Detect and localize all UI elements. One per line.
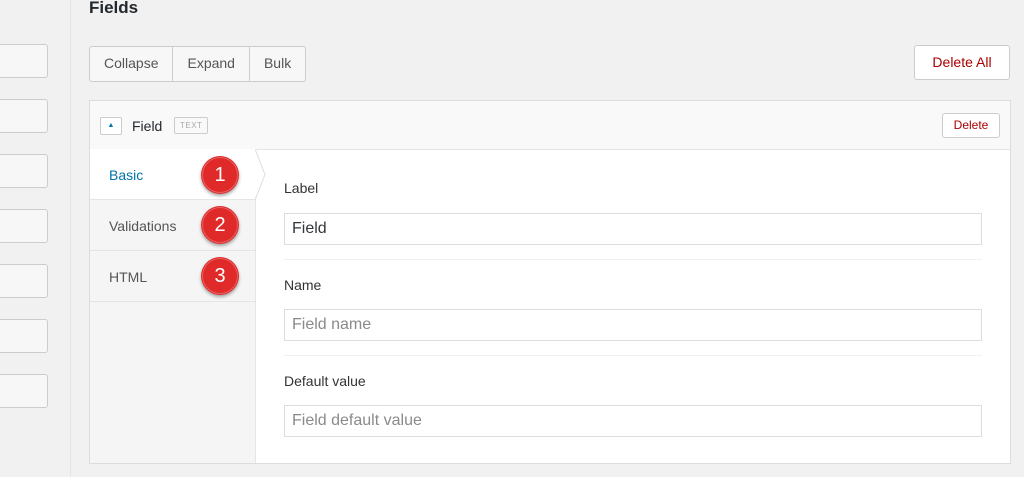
tab-label: HTML: [109, 269, 148, 285]
side-button[interactable]: [0, 154, 48, 188]
page-title: Fields: [89, 0, 139, 17]
side-button[interactable]: [0, 44, 48, 78]
collapse-button[interactable]: Collapse: [90, 47, 174, 81]
field-type-badge: TEXT: [174, 117, 209, 134]
tab-label: Validations: [109, 218, 177, 234]
side-button[interactable]: [0, 99, 48, 133]
toolbar-button-group: Collapse Expand Bulk: [89, 46, 307, 82]
delete-all-button[interactable]: Delete All: [914, 45, 1010, 80]
form-divider: [284, 355, 982, 356]
bulk-button[interactable]: Bulk: [250, 47, 305, 81]
field-title: Field: [132, 118, 163, 134]
default-value-input[interactable]: [284, 405, 982, 437]
side-button[interactable]: [0, 374, 48, 408]
side-button[interactable]: [0, 209, 48, 243]
annotation-badge-1: 1: [201, 156, 239, 194]
annotation-badge-3: 3: [201, 257, 239, 295]
name-field-label: Name: [284, 277, 322, 293]
field-tabs: Basic Validations HTML: [90, 149, 256, 463]
collapse-toggle-icon[interactable]: ▲: [100, 117, 122, 135]
name-input[interactable]: [284, 309, 982, 341]
default-value-field-label: Default value: [284, 373, 366, 389]
form-divider: [284, 259, 982, 260]
field-panel-header: ▲ Field TEXT Delete: [90, 101, 1010, 150]
tab-label: Basic: [109, 167, 144, 183]
active-tab-arrow-icon: [255, 149, 266, 200]
field-panel: ▲ Field TEXT Delete Basic Validations HT…: [89, 100, 1011, 464]
delete-field-button[interactable]: Delete: [942, 113, 1000, 138]
label-field-label: Label: [284, 180, 319, 196]
expand-button[interactable]: Expand: [173, 47, 250, 81]
side-button[interactable]: [0, 264, 48, 298]
left-button-column: [0, 0, 71, 477]
side-button[interactable]: [0, 319, 48, 353]
annotation-badge-2: 2: [201, 206, 239, 244]
label-input[interactable]: [284, 213, 982, 245]
